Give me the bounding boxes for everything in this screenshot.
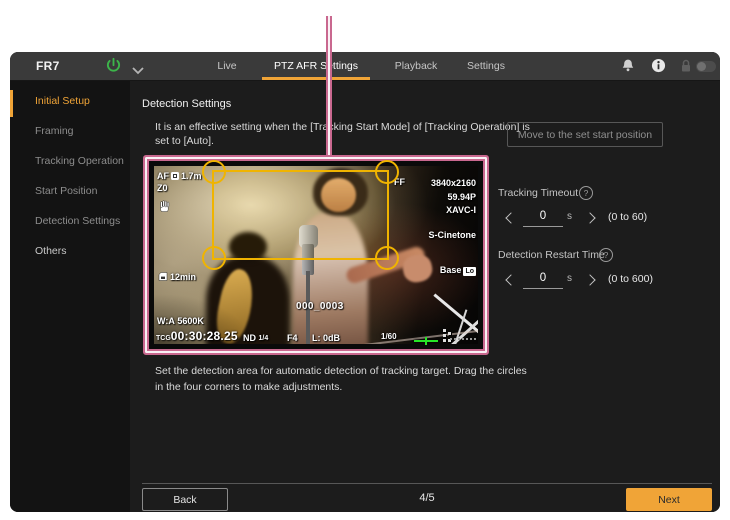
active-tab-underline (262, 77, 370, 80)
chevron-down-icon (132, 67, 144, 75)
page: { "titlebar": { "device": "FR7", "tabs":… (0, 0, 730, 520)
back-button[interactable]: Back (142, 488, 228, 511)
sidebar-item-initial-setup[interactable]: Initial Setup (35, 95, 90, 107)
meter-dots-icon (443, 329, 446, 342)
meter-tick (425, 337, 427, 345)
tracking-timeout-increment[interactable] (584, 212, 595, 223)
sidebar-item-others[interactable]: Others (35, 245, 67, 257)
lock-icon (680, 59, 692, 73)
move-to-start-position-button[interactable]: Move to the set start position (507, 122, 663, 147)
callout-line (326, 16, 332, 155)
detection-restart-label: Detection Restart Time (498, 249, 605, 261)
bell-icon (621, 58, 635, 74)
codec: XAVC-I (431, 204, 476, 218)
media-card-icon (158, 272, 168, 281)
sidebar: Initial Setup Framing Tracking Operation… (10, 81, 130, 512)
picture-look: S-Cinetone (428, 230, 476, 240)
power-button[interactable] (105, 57, 122, 79)
top-bar: FR7 Live PTZ AFR Settings Playback Setti… (10, 52, 720, 81)
zoom-position: Z0 (157, 183, 168, 193)
detection-restart-help-icon[interactable]: ? (599, 248, 613, 262)
detection-restart-underline (523, 288, 563, 289)
sidebar-item-start-position[interactable]: Start Position (35, 185, 97, 197)
app-window: FR7 Live PTZ AFR Settings Playback Setti… (10, 52, 720, 512)
next-button[interactable]: Next (626, 488, 712, 511)
info-button[interactable] (651, 58, 666, 78)
media-remain-value: 12min (170, 272, 196, 282)
lock-toggle[interactable] (696, 61, 716, 72)
sidebar-item-tracking-operation[interactable]: Tracking Operation (35, 155, 124, 167)
tracking-timeout-unit: s (567, 211, 572, 222)
iris-value: F4 (287, 333, 298, 343)
framerate: 59.94P (431, 191, 476, 205)
power-menu-chevron[interactable] (132, 62, 144, 80)
tracking-timeout-decrement[interactable] (505, 212, 516, 223)
focus-status: AF 1.7m (157, 171, 202, 181)
shutter-value: 1/60 (381, 332, 397, 341)
tab-playback[interactable]: Playback (381, 52, 451, 80)
nd-value: 1/4 (259, 335, 269, 342)
focus-mode-label: AF (157, 171, 169, 181)
camera-monitor: AF1.7m Z0 FF 38 (154, 166, 478, 344)
detection-handle-top-left[interactable] (202, 160, 226, 184)
page-title: Detection Settings (142, 98, 231, 110)
detection-handle-bottom-left[interactable] (202, 246, 226, 270)
lock-indicator (680, 59, 692, 78)
detection-handle-bottom-right[interactable] (375, 246, 399, 270)
detection-handle-top-right[interactable] (375, 160, 399, 184)
detection-restart-unit: s (567, 273, 572, 284)
tc-label: TCG (156, 335, 171, 342)
footer-divider (142, 483, 712, 484)
focus-distance: 1.7m (181, 171, 202, 181)
sidebar-item-framing[interactable]: Framing (35, 125, 74, 137)
tracking-timeout-value[interactable]: 0 (523, 210, 563, 222)
detection-restart-increment[interactable] (584, 274, 595, 285)
meter-scale-dots (450, 338, 476, 340)
device-title: FR7 (36, 52, 60, 80)
meter-dots-icon (448, 332, 451, 342)
callout-highlight-box: AF1.7m Z0 FF 38 (143, 155, 489, 355)
detection-restart-decrement[interactable] (505, 274, 516, 285)
tab-ptz-afr-settings[interactable]: PTZ AFR Settings (260, 52, 372, 80)
detection-restart-value[interactable]: 0 (523, 272, 563, 284)
wb-temp: 5600K (177, 316, 204, 326)
base-look-indicator: BaseLo (440, 265, 476, 276)
tc-value: 00:30:28.25 (171, 329, 238, 343)
base-label: Base (440, 265, 462, 275)
info-icon (651, 58, 666, 73)
timecode-display: TCG00:30:28.25 (156, 329, 238, 343)
tracking-timeout-label: Tracking Timeout (498, 187, 578, 199)
steadyshot-indicator (158, 200, 171, 215)
detection-area-rect[interactable] (212, 170, 389, 260)
audio-level-meter (414, 337, 438, 345)
focus-area-icon (171, 172, 179, 180)
tracking-timeout-help-icon[interactable]: ? (579, 186, 593, 200)
media-remaining: 12min (158, 272, 196, 282)
sidebar-item-detection-settings[interactable]: Detection Settings (35, 215, 120, 227)
power-icon (105, 57, 122, 74)
toggle-knob (697, 62, 706, 71)
content-area: Detection Settings It is an effective se… (130, 81, 720, 512)
gain-value: L: 0dB (312, 333, 340, 343)
steadyshot-hand-icon (158, 200, 171, 213)
notifications-button[interactable] (621, 58, 635, 79)
detection-restart-range: (0 to 600) (608, 273, 653, 285)
wb-mode: W:A (157, 316, 175, 326)
active-item-marker (10, 90, 13, 117)
clip-name: 000_0003 (296, 301, 344, 312)
resolution: 3840x2160 (431, 177, 476, 191)
nd-label: ND (243, 333, 256, 343)
format-block: 3840x2160 59.94P XAVC-I (431, 177, 476, 218)
tab-live[interactable]: Live (197, 52, 257, 80)
detection-area-note: Set the detection area for automatic det… (155, 364, 625, 395)
tracking-timeout-underline (523, 226, 563, 227)
base-badge: Lo (463, 267, 476, 276)
nd-filter: ND 1/4 (243, 333, 268, 343)
tab-settings[interactable]: Settings (456, 52, 516, 80)
white-balance: W:A 5600K (157, 316, 204, 326)
tracking-timeout-range: (0 to 60) (608, 211, 647, 223)
